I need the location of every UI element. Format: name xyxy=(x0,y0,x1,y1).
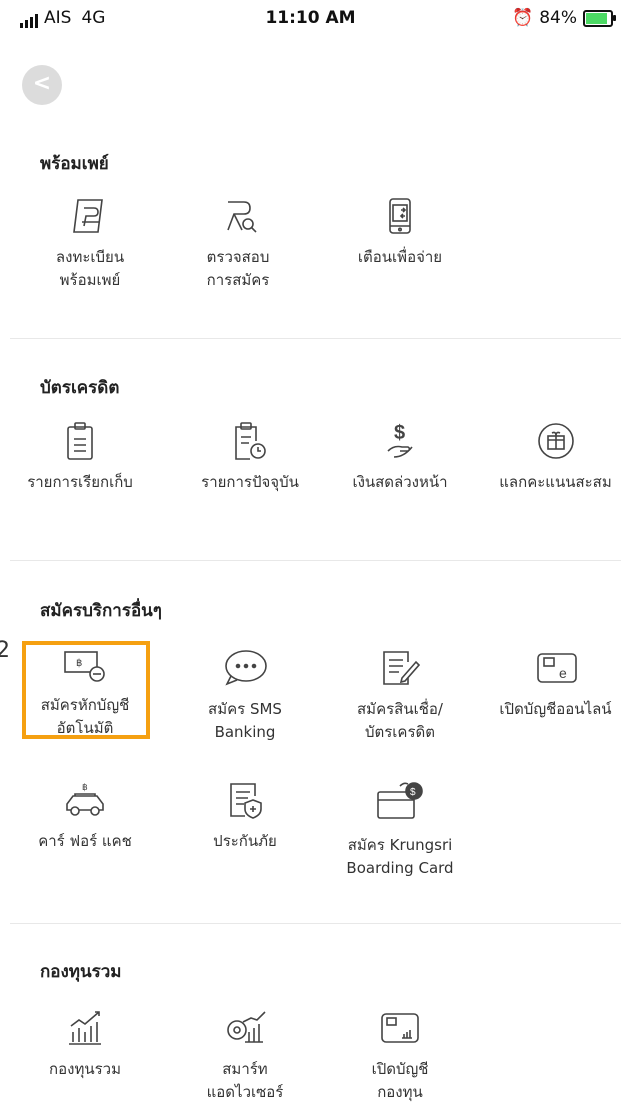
promptpay-register-item[interactable]: ลงทะเบียน พร้อมเพย์ xyxy=(40,196,140,292)
step-number: 2 xyxy=(0,638,10,663)
promptpay-check-label: ตรวจสอบ การสมัคร xyxy=(206,248,270,289)
section-title-promptpay: พร้อมเพย์ xyxy=(40,154,109,174)
redeem-points-item[interactable]: แลกคะแนนสะสม xyxy=(490,421,621,494)
car-for-cash-item[interactable]: ฿ คาร์ ฟอร์ แคช xyxy=(20,780,150,853)
loan-application-item[interactable]: สมัครสินเชื่อ/บัตรเครดิต xyxy=(330,648,470,744)
payment-reminder-icon xyxy=(389,198,411,234)
section-title-credit-card: บัตรเครดิต xyxy=(40,378,120,398)
billing-statement-icon xyxy=(67,422,93,460)
billing-statement-label: รายการเรียกเก็บ xyxy=(27,473,133,491)
redeem-points-icon xyxy=(537,423,574,459)
section-title-mutual-fund: กองทุนรวม xyxy=(40,962,122,982)
boarding-card-label: สมัคร Krungsri Boarding Card xyxy=(346,836,454,877)
promptpay-check-icon xyxy=(227,201,257,233)
loan-application-icon xyxy=(383,651,420,685)
sms-banking-label: สมัคร SMS Banking xyxy=(208,700,282,741)
promptpay-register-icon xyxy=(73,199,103,233)
mutual-fund-item[interactable]: กองทุนรวม xyxy=(30,1008,140,1081)
car-for-cash-icon: ฿ xyxy=(66,782,104,816)
insurance-label: ประกันภัย xyxy=(213,832,277,850)
open-account-item[interactable]: e เปิดบัญชีออนไลน์ xyxy=(490,648,621,721)
battery-percent: 84% xyxy=(539,8,577,28)
boarding-card-icon: $ xyxy=(377,782,423,819)
loan-application-label: สมัครสินเชื่อ/บัตรเครดิต xyxy=(357,700,443,741)
open-fund-account-icon xyxy=(381,1013,419,1043)
smart-advisor-label: สมาร์ท แอดไวเซอร์ xyxy=(206,1060,284,1101)
car-for-cash-label: คาร์ ฟอร์ แคช xyxy=(38,832,132,850)
billing-statement-item[interactable]: รายการเรียกเก็บ xyxy=(0,421,160,494)
open-account-label: เปิดบัญชีออนไลน์ xyxy=(499,700,612,718)
section-divider xyxy=(10,338,621,339)
boarding-card-item[interactable]: $ สมัคร Krungsri Boarding Card xyxy=(330,780,470,880)
current-transactions-icon xyxy=(235,422,266,460)
section-divider xyxy=(10,923,621,924)
section-divider xyxy=(10,560,621,561)
svg-text:$: $ xyxy=(394,422,405,444)
current-transactions-item[interactable]: รายการปัจจุบัน xyxy=(180,421,320,494)
cash-advance-item[interactable]: $ เงินสดล่วงหน้า xyxy=(330,421,470,494)
svg-text:฿: ฿ xyxy=(82,782,88,792)
back-arrow-icon: < xyxy=(32,71,52,96)
smart-advisor-icon xyxy=(227,1011,266,1043)
smart-advisor-item[interactable]: สมาร์ท แอดไวเซอร์ xyxy=(180,1008,310,1104)
open-fund-account-item[interactable]: เปิดบัญชี กองทุน xyxy=(340,1008,460,1104)
mutual-fund-label: กองทุนรวม xyxy=(49,1060,121,1078)
battery-info: ⏰ 84% xyxy=(512,8,616,28)
promptpay-register-label: ลงทะเบียน พร้อมเพย์ xyxy=(55,248,125,289)
insurance-icon xyxy=(230,783,262,819)
section-title-other-services: สมัครบริการอื่นๆ xyxy=(40,601,162,621)
payment-reminder-label: เตือนเพื่อจ่าย xyxy=(357,248,443,266)
promptpay-check-item[interactable]: ตรวจสอบ การสมัคร xyxy=(188,196,288,292)
svg-text:e: e xyxy=(559,665,567,681)
open-fund-account-label: เปิดบัญชี กองทุน xyxy=(371,1060,429,1101)
back-button[interactable]: < xyxy=(22,65,62,105)
cash-advance-icon: $ xyxy=(387,422,413,458)
cash-advance-label: เงินสดล่วงหน้า xyxy=(352,473,448,491)
insurance-item[interactable]: ประกันภัย xyxy=(180,780,310,853)
open-account-icon: e xyxy=(536,653,577,683)
alarm-icon: ⏰ xyxy=(512,8,534,28)
current-transactions-label: รายการปัจจุบัน xyxy=(201,473,299,491)
status-bar: AIS 4G 11:10 AM ⏰ 84% xyxy=(0,0,621,36)
svg-text:$: $ xyxy=(410,787,416,798)
highlight-box xyxy=(22,641,150,739)
redeem-points-label: แลกคะแนนสะสม xyxy=(499,473,612,491)
sms-banking-item[interactable]: สมัคร SMS Banking xyxy=(180,648,310,744)
mutual-fund-icon xyxy=(69,1011,101,1045)
battery-icon xyxy=(583,9,616,27)
payment-reminder-item[interactable]: เตือนเพื่อจ่าย xyxy=(340,196,460,269)
sms-banking-icon xyxy=(225,650,267,686)
